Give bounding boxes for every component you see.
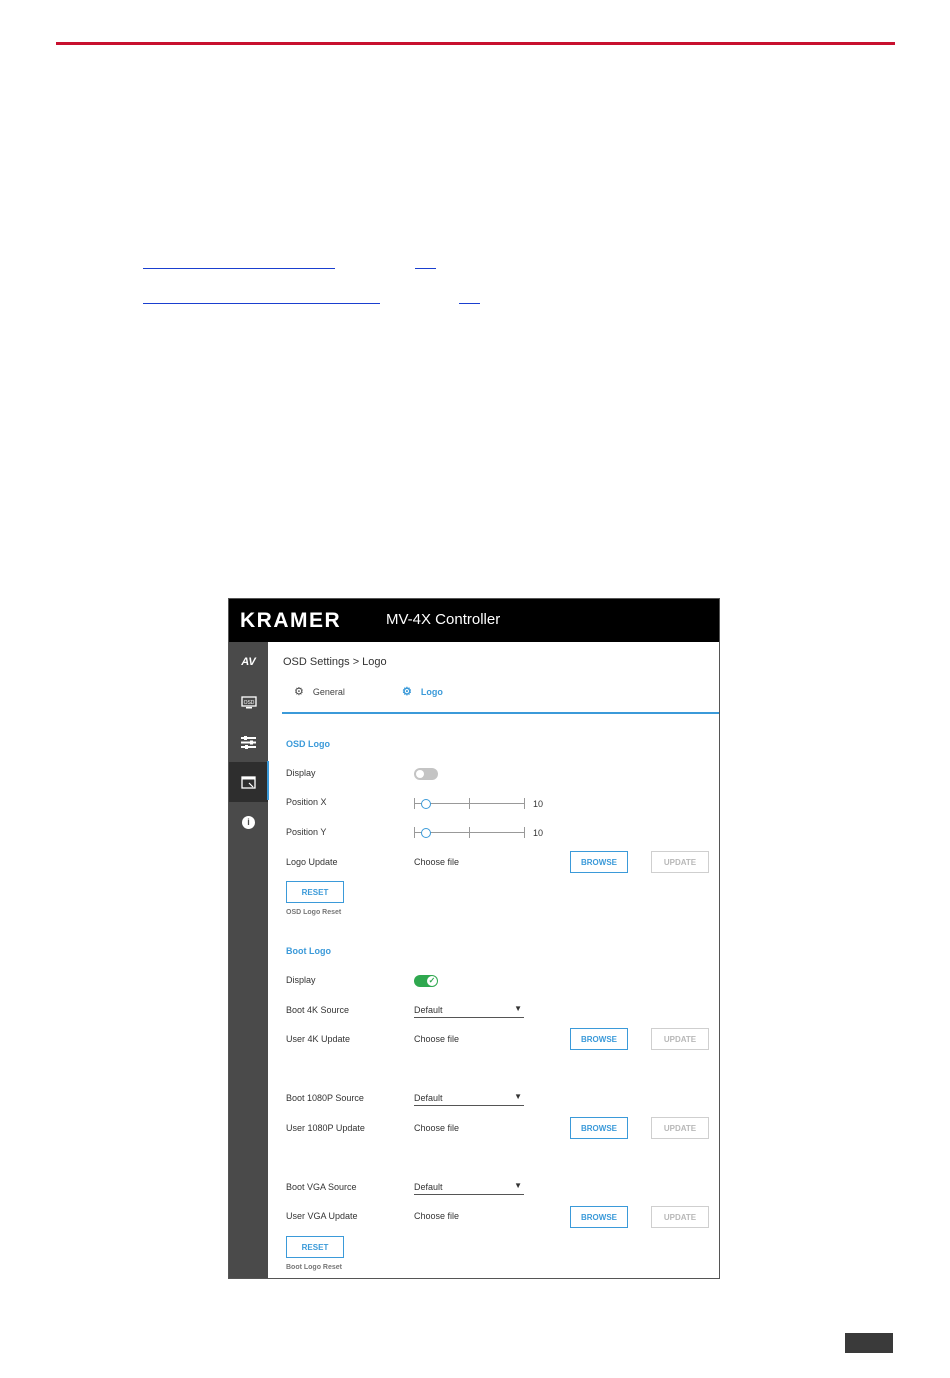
app-header: KRAMER MV-4X Controller xyxy=(229,599,719,642)
gear-icon: ⚙ xyxy=(294,686,304,698)
choose-file-input[interactable]: Choose file xyxy=(414,857,459,867)
choose-file-input[interactable]: Choose file xyxy=(414,1211,459,1221)
breadcrumb: OSD Settings > Logo xyxy=(283,656,387,668)
boot-vga-source-label: Boot VGA Source xyxy=(286,1182,357,1192)
link-underline-3[interactable] xyxy=(143,303,380,304)
boot-display-toggle[interactable]: ✓ xyxy=(414,975,438,987)
boot-display-label: Display xyxy=(286,975,316,985)
boot-vga-source-select[interactable]: Default ▼ xyxy=(414,1181,524,1195)
osd-reset-button[interactable]: RESET xyxy=(286,881,344,903)
app-title: MV-4X Controller xyxy=(386,611,501,628)
window-icon xyxy=(241,775,256,789)
svg-text:OSD: OSD xyxy=(243,699,254,705)
boot-1080p-source-select[interactable]: Default ▼ xyxy=(414,1092,524,1106)
osd-display-toggle[interactable] xyxy=(414,768,438,780)
osd-display-label: Display xyxy=(286,768,316,778)
slider-thumb[interactable] xyxy=(421,828,431,838)
sidebar-item-settings[interactable] xyxy=(229,722,268,762)
caret-down-icon: ▼ xyxy=(514,1181,522,1190)
tab-general-label: General xyxy=(312,686,345,697)
caret-down-icon: ▼ xyxy=(514,1092,522,1101)
browse-button[interactable]: BROWSE xyxy=(570,1117,628,1139)
update-button[interactable]: UPDATE xyxy=(651,1028,709,1050)
boot-logo-title: Boot Logo xyxy=(286,946,331,956)
tab-underline xyxy=(282,712,719,714)
browse-button[interactable]: BROWSE xyxy=(570,1028,628,1050)
position-y-value: 10 xyxy=(533,828,544,838)
tab-logo[interactable]: ⚙ Logo xyxy=(402,685,443,698)
sidebar-item-logo[interactable] xyxy=(229,762,268,802)
link-underline-1[interactable] xyxy=(143,268,335,269)
slider-tick xyxy=(524,827,525,838)
brand-logo: KRAMER xyxy=(240,609,342,632)
update-button[interactable]: UPDATE xyxy=(651,1206,709,1228)
sidebar-item-osd[interactable]: OSD xyxy=(229,682,268,722)
boot-4k-source-select[interactable]: Default ▼ xyxy=(414,1004,524,1018)
logo-update-label: Logo Update xyxy=(286,857,338,867)
boot-reset-button[interactable]: RESET xyxy=(286,1236,344,1258)
caret-down-icon: ▼ xyxy=(514,1004,522,1013)
check-icon: ✓ xyxy=(427,976,437,986)
position-y-slider[interactable] xyxy=(414,827,526,839)
slider-tick xyxy=(469,798,470,809)
sidebar-item-info[interactable]: i xyxy=(229,802,268,842)
slider-tick xyxy=(414,827,415,838)
boot-4k-source-label: Boot 4K Source xyxy=(286,1005,350,1015)
position-x-value: 10 xyxy=(533,799,544,809)
info-icon: i xyxy=(242,815,255,829)
osd-logo-title: OSD Logo xyxy=(286,739,330,749)
boot-vga-source-value: Default xyxy=(414,1182,443,1192)
user-4k-update-label: User 4K Update xyxy=(286,1034,351,1044)
link-underline-4[interactable] xyxy=(459,303,480,304)
position-x-slider[interactable] xyxy=(414,798,526,810)
osd-reset-caption: OSD Logo Reset xyxy=(286,909,342,916)
update-button[interactable]: UPDATE xyxy=(651,1117,709,1139)
boot-1080p-source-label: Boot 1080P Source xyxy=(286,1093,364,1103)
av-icon: AV xyxy=(241,656,256,668)
monitor-icon: OSD xyxy=(240,695,257,708)
gear-icon: ⚙ xyxy=(402,686,412,698)
choose-file-input[interactable]: Choose file xyxy=(414,1123,459,1133)
slider-tick xyxy=(524,798,525,809)
browse-button[interactable]: BROWSE xyxy=(570,1206,628,1228)
slider-tick xyxy=(469,827,470,838)
boot-reset-caption: Boot Logo Reset xyxy=(286,1264,342,1271)
position-x-label: Position X xyxy=(286,797,327,807)
choose-file-input[interactable]: Choose file xyxy=(414,1034,459,1044)
user-vga-update-label: User VGA Update xyxy=(286,1211,358,1221)
tab-general[interactable]: ⚙ General xyxy=(294,685,345,698)
sidebar: AV OSD i xyxy=(229,642,268,1278)
sliders-icon xyxy=(241,735,256,749)
main-panel: OSD Settings > Logo ⚙ General ⚙ Logo OSD… xyxy=(268,642,719,1278)
update-button[interactable]: UPDATE xyxy=(651,851,709,873)
user-1080p-update-label: User 1080P Update xyxy=(286,1123,365,1133)
boot-4k-source-value: Default xyxy=(414,1005,443,1015)
position-y-label: Position Y xyxy=(286,827,327,837)
browse-button[interactable]: BROWSE xyxy=(570,851,628,873)
page-number-badge xyxy=(845,1333,893,1353)
boot-1080p-source-value: Default xyxy=(414,1093,443,1103)
slider-tick xyxy=(414,798,415,809)
link-underline-2[interactable] xyxy=(415,268,436,269)
header-rule xyxy=(56,42,895,45)
slider-thumb[interactable] xyxy=(421,799,431,809)
sidebar-item-av[interactable]: AV xyxy=(229,642,268,682)
screenshot-frame: KRAMER MV-4X Controller AV OSD i OSD Set… xyxy=(228,598,720,1279)
tab-logo-label: Logo xyxy=(420,686,443,697)
